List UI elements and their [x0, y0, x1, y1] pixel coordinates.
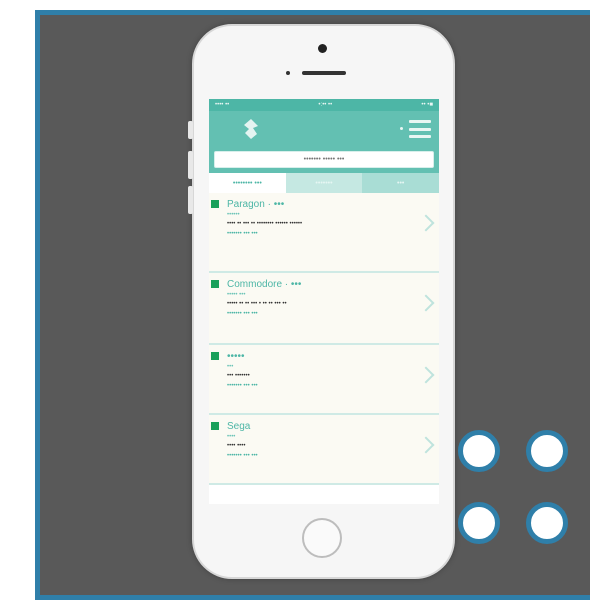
list-item[interactable]: Paragon · ••• •••••• •••• •• ••• •• ••••…: [209, 193, 439, 273]
item-subtitle: ••••• •••: [227, 292, 246, 298]
tab-3[interactable]: •••: [362, 173, 439, 193]
phone-mockup: •••• •• •:•• •• •• •■ ••••••• • ••• • ••• •…: [188, 24, 455, 579]
item-title: Sega: [227, 421, 251, 432]
item-title: •••••: [227, 351, 245, 362]
list-item[interactable]: Sega •••• •••• •••• ••••••• ••• •••: [209, 415, 439, 485]
tab-1[interactable]: •••••••• •••: [209, 173, 286, 193]
carousel-dot-3[interactable]: [458, 502, 500, 544]
item-meta: ••••••• ••• •••: [227, 383, 258, 389]
tab-bar: •••••••• ••• ••••••• •••: [209, 173, 439, 193]
menu-icon[interactable]: [409, 120, 431, 138]
item-description: ••••• •• •• ••• • •• •• ••• ••: [227, 301, 287, 307]
list-item[interactable]: ••••• ••• ••• ••••••• ••••••• ••• •••: [209, 345, 439, 415]
item-meta: ••••••• ••• •••: [227, 311, 258, 317]
results-list: Paragon · ••• •••••• •••• •• ••• •• ••••…: [209, 193, 439, 485]
item-subtitle: ••••••: [227, 212, 240, 218]
status-square-icon: [211, 352, 219, 360]
item-description: •••• •• ••• •• •••••••• •••••• ••••••: [227, 221, 303, 227]
chevron-right-icon: [417, 366, 435, 384]
chevron-right-icon: [417, 436, 435, 454]
status-square-icon: [211, 200, 219, 208]
sensor: [286, 71, 290, 75]
front-camera: [318, 44, 327, 53]
item-subtitle: ••••: [227, 434, 236, 440]
search-input[interactable]: [214, 151, 434, 168]
status-bar: •••• •• •:•• •• •• •■: [209, 99, 439, 111]
status-square-icon: [211, 422, 219, 430]
volume-down-button: [188, 186, 193, 214]
status-time: •:•• ••: [318, 102, 333, 108]
item-description: •••• ••••: [227, 443, 246, 449]
app-screen: •••• •• •:•• •• •• •■ ••••••• • ••• • ••• •…: [209, 99, 439, 504]
status-carrier: •••• ••: [215, 102, 230, 108]
earpiece-speaker: [302, 71, 346, 75]
carousel-dot-1[interactable]: [458, 430, 500, 472]
status-square-icon: [211, 280, 219, 288]
item-description: ••• •••••••: [227, 373, 250, 379]
search-bar: [209, 147, 439, 173]
chevron-right-icon: [417, 294, 435, 312]
carousel-dot-2[interactable]: [526, 430, 568, 472]
mute-switch: [188, 121, 193, 139]
item-meta: ••••••• ••• •••: [227, 453, 258, 459]
list-item[interactable]: Commodore · ••• ••••• ••• ••••• •• •• ••…: [209, 273, 439, 345]
volume-up-button: [188, 151, 193, 179]
item-subtitle: •••: [227, 364, 234, 370]
status-battery: •• •■: [421, 102, 433, 108]
app-header: [209, 111, 439, 147]
chevron-right-icon: [417, 214, 435, 232]
home-button-icon[interactable]: [302, 518, 342, 558]
logo-icon: [244, 119, 258, 139]
item-title: Commodore · •••: [227, 279, 302, 290]
item-meta: ••••••• ••• •••: [227, 231, 258, 237]
tab-2[interactable]: •••••••: [285, 173, 363, 193]
menu-dot-icon: [400, 127, 403, 130]
item-title: Paragon · •••: [227, 199, 285, 210]
carousel-dot-4[interactable]: [526, 502, 568, 544]
